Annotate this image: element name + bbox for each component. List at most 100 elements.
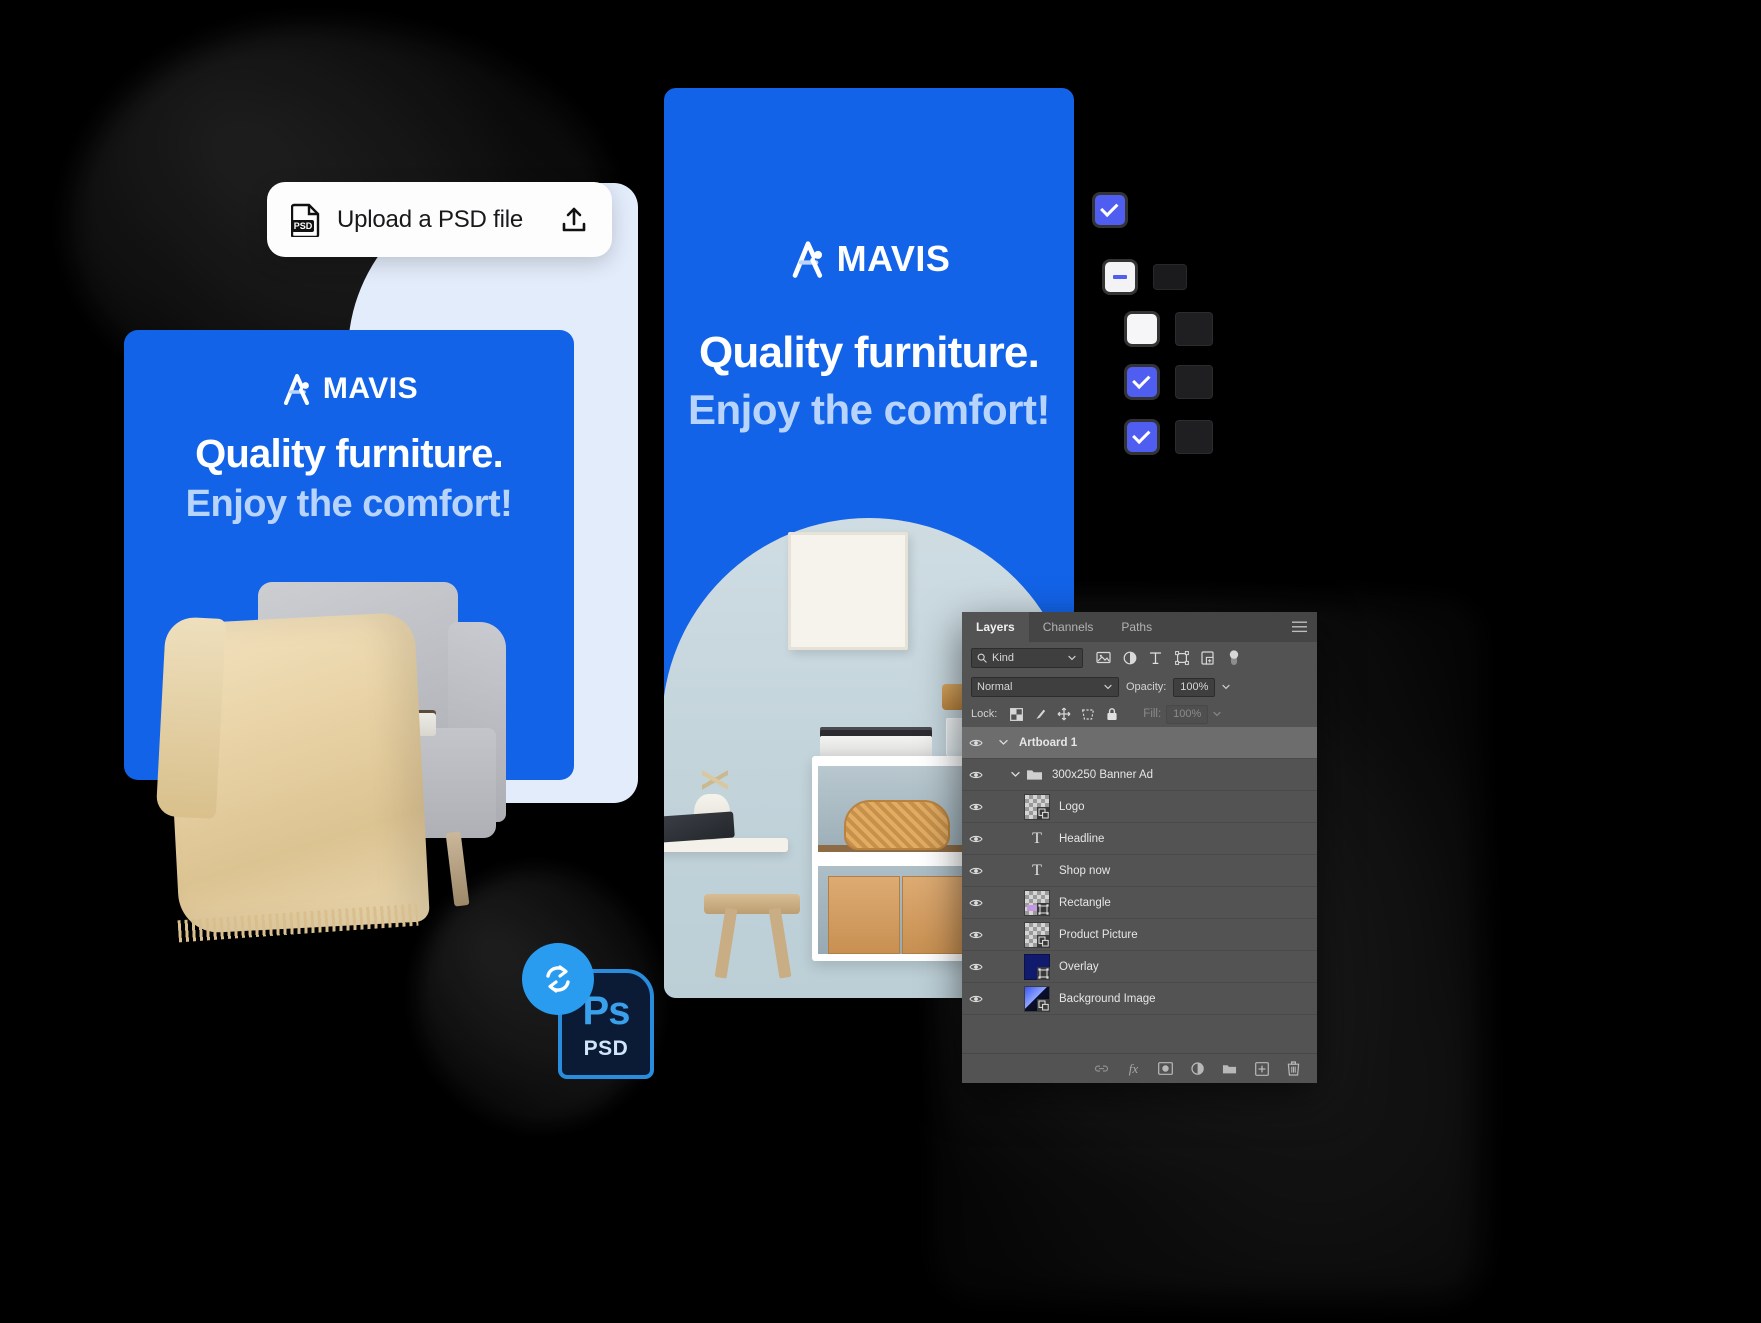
- layer-visibility-eye-icon[interactable]: [962, 770, 990, 780]
- layer-row[interactable]: 300x250 Banner Ad: [962, 759, 1317, 791]
- layer-row[interactable]: T Shop now: [962, 855, 1317, 887]
- layer-visibility-eye-icon[interactable]: [962, 962, 990, 972]
- filter-kind-select[interactable]: Kind: [971, 647, 1083, 668]
- banner-headline: Quality furniture.: [195, 432, 504, 476]
- tab-layers[interactable]: Layers: [962, 612, 1029, 642]
- shape-layer-badge-icon: [1037, 966, 1050, 980]
- upload-arrow-icon[interactable]: [560, 206, 588, 234]
- layer-name: Overlay: [1059, 960, 1099, 973]
- checkbox-unchecked-icon[interactable]: [1127, 314, 1157, 344]
- layer-row[interactable]: Logo: [962, 791, 1317, 823]
- wooden-chair-seat: [704, 894, 800, 914]
- layer-row[interactable]: Artboard 1: [962, 727, 1317, 759]
- toggle-row[interactable]: [1095, 195, 1125, 225]
- checkbox-checked-icon[interactable]: [1127, 422, 1157, 452]
- shelf-lower-compartment: [818, 866, 974, 954]
- toggle-row[interactable]: [1127, 420, 1213, 454]
- wall-picture-frame: [788, 532, 908, 650]
- checkbox-checked-icon[interactable]: [1095, 195, 1125, 225]
- layer-row[interactable]: T Headline: [962, 823, 1317, 855]
- toggle-row[interactable]: [1105, 262, 1187, 292]
- new-group-icon[interactable]: [1222, 1061, 1237, 1076]
- opacity-chevron-down-icon[interactable]: [1222, 684, 1230, 690]
- layer-name: Headline: [1059, 832, 1105, 845]
- lock-transparent-pixels-icon[interactable]: [1009, 707, 1023, 721]
- shape-layer-badge-icon: [1037, 902, 1050, 916]
- layer-name: Shop now: [1059, 864, 1111, 877]
- lock-row: Lock: Fill: 100%: [962, 701, 1317, 727]
- opacity-label: Opacity:: [1126, 681, 1167, 693]
- fill-label: Fill:: [1143, 708, 1162, 720]
- toggle-row[interactable]: [1127, 312, 1213, 346]
- stacked-books: [820, 736, 932, 757]
- layer-visibility-eye-icon[interactable]: [962, 802, 990, 812]
- banner-subheadline: Enjoy the comfort!: [687, 386, 1051, 433]
- shape-layer-filter-icon[interactable]: [1174, 650, 1189, 665]
- smart-object-badge-icon: [1037, 806, 1050, 820]
- layer-thumbnail: [1024, 793, 1050, 820]
- layer-visibility-eye-icon[interactable]: [962, 994, 990, 1004]
- panel-tab-bar: Layers Channels Paths: [962, 612, 1317, 642]
- layer-row[interactable]: Overlay: [962, 951, 1317, 983]
- type-layer-filter-icon[interactable]: [1148, 650, 1163, 665]
- expand-collapse-chevron-icon[interactable]: [996, 739, 1010, 746]
- armchair-product-image: [150, 560, 570, 960]
- pixel-layer-filter-icon[interactable]: [1096, 650, 1111, 665]
- layer-row[interactable]: Background Image: [962, 983, 1317, 1015]
- checkbox-indeterminate-icon[interactable]: [1105, 262, 1135, 292]
- add-layer-mask-icon[interactable]: [1158, 1061, 1173, 1076]
- smart-object-badge-icon: [1037, 934, 1050, 948]
- layer-visibility-eye-icon[interactable]: [962, 930, 990, 940]
- layer-visibility-eye-icon[interactable]: [962, 866, 990, 876]
- mavis-logo-lockup: MAVIS: [664, 238, 1074, 280]
- blend-mode-value: Normal: [977, 681, 1013, 693]
- fill-group: Fill: 100%: [1143, 704, 1221, 724]
- lock-position-icon[interactable]: [1057, 707, 1071, 721]
- adjustment-layer-filter-icon[interactable]: [1122, 650, 1137, 665]
- layer-row[interactable]: Rectangle: [962, 887, 1317, 919]
- chevron-down-icon: [1104, 684, 1112, 690]
- layer-visibility-eye-icon[interactable]: [962, 898, 990, 908]
- photoshop-layers-panel[interactable]: Layers Channels Paths Kind Normal Opacit…: [962, 612, 1317, 1083]
- psd-file-icon: PSD: [291, 203, 321, 237]
- throw-blanket: [164, 611, 430, 935]
- checkbox-checked-icon[interactable]: [1127, 367, 1157, 397]
- storage-drawer-left: [828, 876, 900, 954]
- layer-thumbnail-ghost: [1175, 312, 1213, 346]
- link-layers-icon[interactable]: [1094, 1061, 1109, 1076]
- lock-image-pixels-icon[interactable]: [1033, 707, 1047, 721]
- layer-name: Background Image: [1059, 992, 1156, 1005]
- fill-chevron-down-icon[interactable]: [1213, 711, 1221, 717]
- tab-paths[interactable]: Paths: [1107, 612, 1166, 642]
- layer-row[interactable]: Product Picture: [962, 919, 1317, 951]
- lock-artboard-nesting-icon[interactable]: [1081, 707, 1095, 721]
- smart-object-badge-icon: [1037, 998, 1050, 1012]
- folder-icon: [1026, 768, 1043, 781]
- expand-collapse-chevron-icon[interactable]: [1008, 771, 1022, 778]
- blend-mode-select[interactable]: Normal: [971, 677, 1119, 697]
- new-adjustment-layer-icon[interactable]: [1190, 1061, 1205, 1076]
- lock-all-icon[interactable]: [1105, 707, 1119, 721]
- banner-headline: Quality furniture.: [698, 328, 1040, 377]
- layer-visibility-eye-icon[interactable]: [962, 738, 990, 748]
- filter-toggle-switch[interactable]: [1226, 649, 1241, 665]
- new-layer-icon[interactable]: [1254, 1061, 1269, 1076]
- upload-psd-button[interactable]: PSD Upload a PSD file: [267, 182, 612, 257]
- fill-input[interactable]: 100%: [1166, 704, 1209, 724]
- blend-mode-row: Normal Opacity: 100%: [962, 673, 1317, 701]
- toggle-row[interactable]: [1127, 365, 1213, 399]
- armchair-leg-right: [445, 831, 470, 907]
- layer-thumbnail: [1024, 889, 1050, 916]
- sync-refresh-icon: [522, 943, 594, 1015]
- layers-list[interactable]: Artboard 1 300x250 Banner Ad Logo T Head…: [962, 727, 1317, 1053]
- smart-object-filter-icon[interactable]: [1200, 650, 1215, 665]
- opacity-input[interactable]: 100%: [1173, 677, 1216, 697]
- delete-layer-icon[interactable]: [1286, 1061, 1301, 1076]
- layer-thumbnail-ghost: [1175, 420, 1213, 454]
- panel-menu-icon[interactable]: [1292, 621, 1307, 633]
- layer-thumbnail: [1024, 985, 1050, 1012]
- layer-visibility-eye-icon[interactable]: [962, 834, 990, 844]
- laptop: [664, 811, 735, 843]
- layer-styles-fx-icon[interactable]: fx: [1126, 1061, 1141, 1076]
- tab-channels[interactable]: Channels: [1029, 612, 1108, 642]
